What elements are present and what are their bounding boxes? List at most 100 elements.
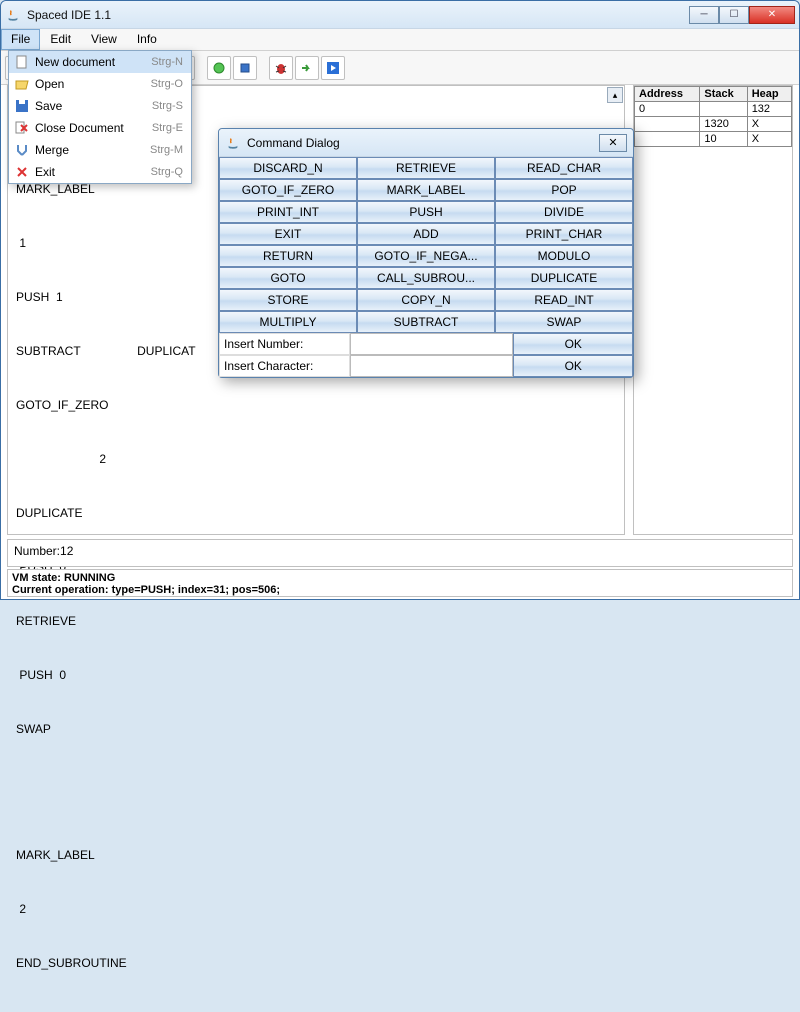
- file-menu-dropdown: New document Strg-N Open Strg-O Save Str…: [8, 50, 192, 184]
- menu-info[interactable]: Info: [127, 29, 167, 50]
- titlebar[interactable]: Spaced IDE 1.1 ─ ☐ ✕: [1, 1, 799, 29]
- table-row: 1320X: [635, 117, 792, 132]
- menu-item-exit[interactable]: Exit Strg-Q: [9, 161, 191, 183]
- memory-pane: Address Stack Heap 0132 1320X 10X: [633, 85, 793, 535]
- status-vm-state: VM state: RUNNING: [12, 572, 788, 584]
- editor-line: GOTO_IF_ZERO: [16, 396, 616, 414]
- insert-number-input[interactable]: [350, 333, 513, 355]
- cmd-multiply-button[interactable]: MULTIPLY: [219, 311, 357, 333]
- mem-header-heap[interactable]: Heap: [747, 87, 791, 102]
- editor-line: PUSH 0: [16, 666, 616, 684]
- close-doc-icon: [13, 121, 31, 135]
- close-button[interactable]: ✕: [749, 6, 795, 24]
- cmd-duplicate-button[interactable]: DUPLICATE: [495, 267, 633, 289]
- java-icon: [225, 135, 241, 151]
- cmd-call-subrou-button[interactable]: CALL_SUBROU...: [357, 267, 495, 289]
- open-icon: [13, 77, 31, 91]
- menu-item-label: Close Document: [31, 121, 152, 135]
- cmd-goto-button[interactable]: GOTO: [219, 267, 357, 289]
- menu-item-shortcut: Strg-O: [151, 78, 183, 90]
- table-row: 10X: [635, 132, 792, 147]
- output-text: Number:12: [14, 544, 73, 558]
- toolbar-resume-button[interactable]: [321, 56, 345, 80]
- memory-table: Address Stack Heap 0132 1320X 10X: [634, 86, 792, 147]
- menu-view[interactable]: View: [81, 29, 127, 50]
- editor-line: MARK_LABEL: [16, 846, 616, 864]
- menu-item-shortcut: Strg-Q: [151, 166, 183, 178]
- toolbar-debug-button[interactable]: [269, 56, 293, 80]
- editor-line: DUPLICATE: [16, 504, 616, 522]
- cmd-subtract-button[interactable]: SUBTRACT: [357, 311, 495, 333]
- cmd-discard-n-button[interactable]: DISCARD_N: [219, 157, 357, 179]
- insert-number-ok-button[interactable]: OK: [513, 333, 633, 355]
- menu-item-shortcut: Strg-M: [150, 144, 183, 156]
- cmd-modulo-button[interactable]: MODULO: [495, 245, 633, 267]
- mem-header-stack[interactable]: Stack: [700, 87, 747, 102]
- insert-character-ok-button[interactable]: OK: [513, 355, 633, 377]
- menu-item-merge[interactable]: Merge Strg-M: [9, 139, 191, 161]
- cmd-add-button[interactable]: ADD: [357, 223, 495, 245]
- save-icon: [13, 99, 31, 113]
- editor-line: 2: [16, 900, 616, 918]
- cmd-divide-button[interactable]: DIVIDE: [495, 201, 633, 223]
- editor-line: RETRIEVE: [16, 612, 616, 630]
- cmd-copy-n-button[interactable]: COPY_N: [357, 289, 495, 311]
- mem-header-address[interactable]: Address: [635, 87, 700, 102]
- menu-item-open[interactable]: Open Strg-O: [9, 73, 191, 95]
- menu-item-shortcut: Strg-S: [152, 100, 183, 112]
- cmd-goto-if-zero-button[interactable]: GOTO_IF_ZERO: [219, 179, 357, 201]
- cmd-swap-button[interactable]: SWAP: [495, 311, 633, 333]
- status-bar: VM state: RUNNING Current operation: typ…: [7, 569, 793, 597]
- insert-number-label: Insert Number:: [219, 333, 350, 355]
- doc-icon: [13, 55, 31, 69]
- cmd-mark-label-button[interactable]: MARK_LABEL: [357, 179, 495, 201]
- merge-icon: [13, 143, 31, 157]
- toolbar-run-button[interactable]: [207, 56, 231, 80]
- cmd-push-button[interactable]: PUSH: [357, 201, 495, 223]
- toolbar-stop-button[interactable]: [233, 56, 257, 80]
- maximize-button[interactable]: ☐: [719, 6, 749, 24]
- editor-line: END_SUBROUTINE: [16, 954, 616, 972]
- menu-item-label: Merge: [31, 143, 150, 157]
- menu-item-label: Save: [31, 99, 152, 113]
- menu-edit[interactable]: Edit: [40, 29, 81, 50]
- cmd-goto-if-nega-button[interactable]: GOTO_IF_NEGA...: [357, 245, 495, 267]
- insert-character-input[interactable]: [350, 355, 513, 377]
- command-dialog-title: Command Dialog: [247, 136, 340, 150]
- command-button-grid: DISCARD_N RETRIEVE READ_CHAR GOTO_IF_ZER…: [219, 157, 633, 333]
- command-dialog[interactable]: Command Dialog ✕ DISCARD_N RETRIEVE READ…: [218, 128, 634, 378]
- editor-line: 2: [16, 450, 616, 468]
- cmd-store-button[interactable]: STORE: [219, 289, 357, 311]
- table-row: 0132: [635, 102, 792, 117]
- output-pane[interactable]: Number:12: [7, 539, 793, 567]
- menu-item-label: Exit: [31, 165, 151, 179]
- menu-file[interactable]: File: [1, 29, 40, 50]
- cmd-exit-button[interactable]: EXIT: [219, 223, 357, 245]
- cmd-return-button[interactable]: RETURN: [219, 245, 357, 267]
- menu-item-label: Open: [31, 77, 151, 91]
- cmd-read-char-button[interactable]: READ_CHAR: [495, 157, 633, 179]
- menu-item-shortcut: Strg-N: [151, 56, 183, 68]
- cmd-print-char-button[interactable]: PRINT_CHAR: [495, 223, 633, 245]
- cmd-pop-button[interactable]: POP: [495, 179, 633, 201]
- menu-item-new-document[interactable]: New document Strg-N: [9, 51, 191, 73]
- menu-item-close-document[interactable]: Close Document Strg-E: [9, 117, 191, 139]
- minimize-button[interactable]: ─: [689, 6, 719, 24]
- window-title: Spaced IDE 1.1: [27, 8, 111, 22]
- command-dialog-close-button[interactable]: ✕: [599, 134, 627, 152]
- menu-item-save[interactable]: Save Strg-S: [9, 95, 191, 117]
- cmd-read-int-button[interactable]: READ_INT: [495, 289, 633, 311]
- insert-character-label: Insert Character:: [219, 355, 350, 377]
- toolbar-step-button[interactable]: [295, 56, 319, 80]
- scrollbar-up-icon[interactable]: ▴: [607, 87, 623, 103]
- cmd-print-int-button[interactable]: PRINT_INT: [219, 201, 357, 223]
- menu-item-shortcut: Strg-E: [152, 122, 183, 134]
- exit-icon: [13, 165, 31, 179]
- editor-line: SWAP: [16, 720, 616, 738]
- java-icon: [5, 7, 21, 23]
- status-current-op: Current operation: type=PUSH; index=31; …: [12, 584, 788, 596]
- command-dialog-titlebar[interactable]: Command Dialog ✕: [219, 129, 633, 157]
- cmd-retrieve-button[interactable]: RETRIEVE: [357, 157, 495, 179]
- menubar: File Edit View Info: [1, 29, 799, 51]
- menu-item-label: New document: [31, 55, 151, 69]
